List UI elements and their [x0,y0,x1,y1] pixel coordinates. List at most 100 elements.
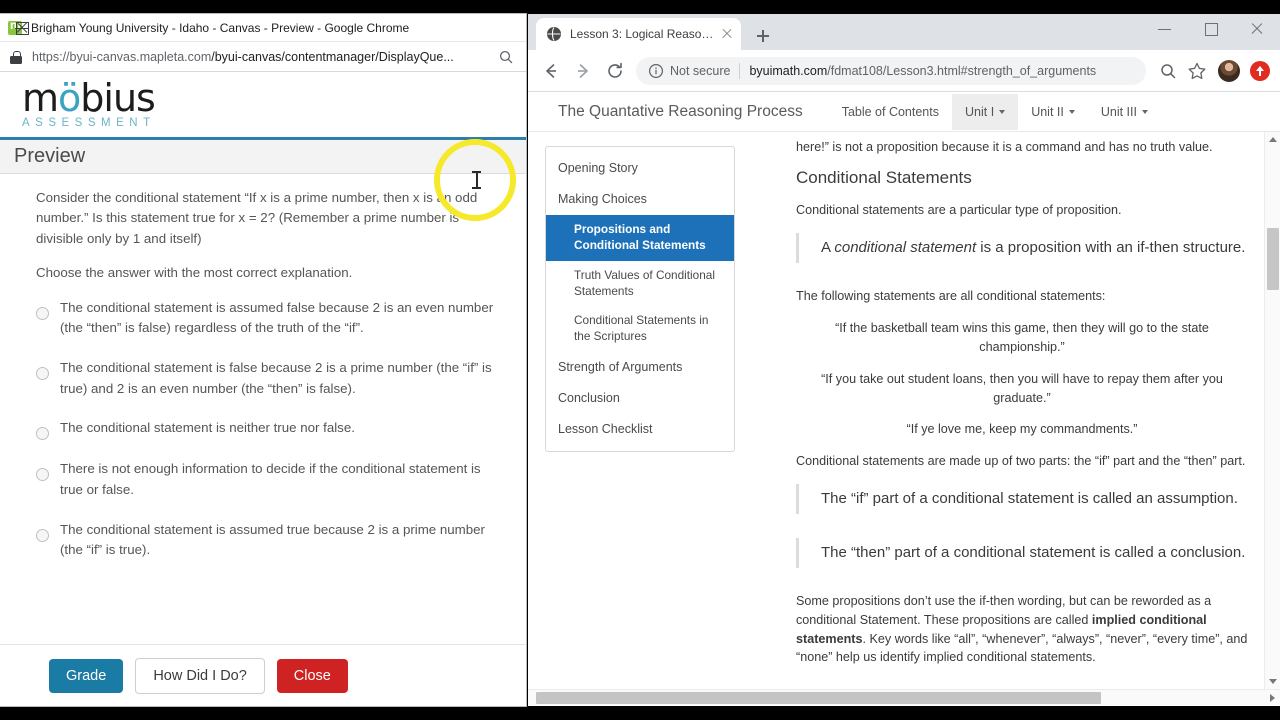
nav-link-label: Unit III [1100,104,1137,119]
nav-link-label: Unit I [965,104,995,119]
radio-button[interactable] [36,306,49,320]
mobius-title-bar: Brigham Young University - Idaho - Canva… [0,14,526,42]
article-cut-line: here!” is not a proposition because it i… [796,140,1213,154]
question-panel: Consider the conditional statement “If x… [0,174,526,644]
answer-option-4[interactable]: There is not enough information to decid… [36,459,504,500]
chrome-toolbar: Not secure byuimath.com/fdmat108/Lesson3… [528,50,1280,92]
arrow-left-icon[interactable] [536,56,566,86]
callout-text-pre: A [821,239,835,257]
implied-text-post: . Key words like “all”, “whenever”, “alw… [796,631,1248,665]
question-prompt: Consider the conditional statement “If x… [36,190,478,246]
search-icon[interactable] [1155,58,1181,84]
toc-item-truth-values-of-conditional-statements[interactable]: Truth Values of Conditional Statements [546,261,734,307]
answer-option-1[interactable]: The conditional statement is assumed fal… [36,298,504,339]
logo-letters-bius: bius [80,75,156,120]
window-controls [1142,14,1280,50]
chevron-down-icon [1141,109,1148,114]
zoom-search-icon[interactable] [496,47,516,67]
close-button[interactable]: Close [276,658,348,693]
answer-option-3[interactable]: The conditional statement is neither tru… [36,418,504,441]
callout-definition: A conditional statement is a proposition… [796,233,1248,264]
chrome-browser-window: Lesson 3: Logical Reasoning Not secure b… [528,14,1280,706]
maximize-button[interactable] [1188,14,1234,44]
callout-text-post: is a proposition with an if-then structu… [976,239,1246,257]
mobius-logo-area: möbius ASSESSMENT [0,72,526,140]
toc-item-conditional-statements-in-the-scriptures[interactable]: Conditional Statements in the Scriptures [546,306,734,352]
url-domain: https://byui-canvas.mapleta.com [32,49,212,64]
mobius-logo: möbius ASSESSMENT [22,79,177,130]
web-page: The Quantative Reasoning Process Table o… [528,92,1280,706]
vertical-scrollbar[interactable] [1264,132,1280,689]
article-content: here!” is not a proposition because it i… [796,132,1254,705]
example-statement: “If ye love me, keep my commandments.” [906,422,1138,437]
url-path: /fdmat108/Lesson3.html#strength_of_argum… [827,63,1097,78]
example-statement: “If the basketball team wins this game, … [835,320,1209,354]
h-scroll-thumb[interactable] [536,692,1101,704]
chrome-tab-strip: Lesson 3: Logical Reasoning [528,14,1280,50]
scroll-up-arrow-icon[interactable] [1269,137,1277,142]
answer-option-label: The conditional statement is assumed tru… [60,521,485,558]
nav-link-table-of-contents[interactable]: Table of Contents [829,94,952,130]
radio-button[interactable] [36,427,49,441]
reload-icon[interactable] [600,56,630,86]
article-two-parts: Conditional statements are made up of tw… [796,454,1246,469]
url-domain: byuimath.com [749,63,828,78]
page-title: Preview [14,145,86,167]
site-navigation-bar: The Quantative Reasoning Process Table o… [528,92,1280,132]
divider [739,62,741,79]
screen-root: Lesson 3: Logical Reasoning Not secure b… [0,0,1280,720]
toc-item-strength-of-arguments[interactable]: Strength of Arguments [546,352,734,383]
answer-option-2[interactable]: The conditional statement is false becau… [36,358,504,399]
nav-link-unit-2[interactable]: Unit II [1018,94,1088,130]
minimize-button[interactable] [1142,14,1188,44]
grade-button[interactable]: Grade [49,658,124,693]
red-upload-extension-icon[interactable] [1250,60,1270,81]
article-heading: Conditional Statements [796,167,972,187]
question-instruction: Choose the answer with the most correct … [36,265,353,281]
scroll-right-arrow-icon[interactable] [1270,694,1275,702]
horizontal-scrollbar[interactable] [528,689,1280,705]
mobius-tagline: ASSESSMENT [22,117,156,130]
mobius-address-bar[interactable]: https://byui-canvas.mapleta.com/byui-can… [0,42,526,72]
page-body: Opening Story Making Choices Proposition… [528,132,1280,705]
toc-item-opening-story[interactable]: Opening Story [546,153,734,184]
answer-option-label: The conditional statement is false becau… [60,360,492,396]
answer-option-label: There is not enough information to decid… [60,461,481,497]
question-text: Consider the conditional statement “If x… [36,188,504,284]
scroll-down-arrow-icon[interactable] [1269,679,1277,684]
site-brand-title: The Quantative Reasoning Process [558,102,803,120]
radio-button[interactable] [36,367,49,381]
info-circle-icon[interactable] [648,63,664,79]
browser-tab[interactable]: Lesson 3: Logical Reasoning [536,18,741,50]
examples-lead: The following statements are all conditi… [796,289,1106,304]
url-text: https://byui-canvas.mapleta.com/byui-can… [32,50,490,64]
article-implied: Some propositions don’t use the if-then … [796,592,1248,668]
v-scroll-thumb[interactable] [1267,228,1279,290]
arrow-right-icon[interactable] [568,56,598,86]
how-did-i-do-button[interactable]: How Did I Do? [135,657,265,694]
answer-option-5[interactable]: The conditional statement is assumed tru… [36,520,504,561]
star-icon[interactable] [1184,58,1210,84]
callout-term: conditional statement [834,239,977,257]
mobius-preview-window: Brigham Young University - Idaho - Canva… [0,14,526,706]
address-bar[interactable]: Not secure byuimath.com/fdmat108/Lesson3… [636,56,1146,85]
close-button[interactable] [1234,14,1280,44]
nav-link-unit-1[interactable]: Unit I [952,93,1019,130]
nav-link-unit-3[interactable]: Unit III [1088,94,1161,130]
preview-header: Preview [0,140,526,174]
radio-button[interactable] [36,528,49,542]
close-icon[interactable] [719,26,735,42]
lock-icon [10,50,22,64]
url-path: /byui-canvas/contentmanager/DisplayQue..… [211,49,454,64]
toc-item-propositions-and-conditional-statements[interactable]: Propositions and Conditional Statements [546,214,734,261]
article-intro: Conditional statements are a particular … [796,203,1122,218]
plus-icon[interactable] [750,23,776,49]
nav-link-label: Table of Contents [841,104,939,119]
url-text: byuimath.com/fdmat108/Lesson3.html#stren… [749,64,1096,78]
logo-letter-m: m [22,75,59,120]
toc-item-lesson-checklist[interactable]: Lesson Checklist [546,414,734,445]
toc-item-making-choices[interactable]: Making Choices [546,184,734,215]
toc-item-conclusion[interactable]: Conclusion [546,383,734,414]
profile-avatar[interactable] [1218,59,1240,82]
radio-button[interactable] [36,468,49,482]
